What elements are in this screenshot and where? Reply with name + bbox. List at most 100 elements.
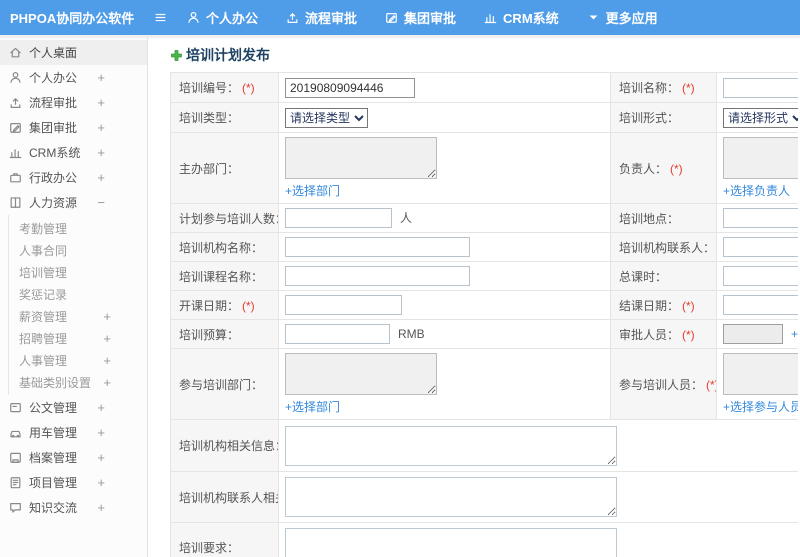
- text-input[interactable]: [723, 237, 798, 257]
- sidebar-item[interactable]: 项目管理 +: [0, 470, 147, 495]
- select-input[interactable]: 请选择类型: [285, 107, 368, 128]
- sidebar-subitem[interactable]: 考勤管理: [9, 217, 147, 239]
- form-field-cell: [278, 290, 611, 320]
- text-input[interactable]: [723, 266, 798, 286]
- text-input[interactable]: [723, 324, 783, 344]
- textarea-input[interactable]: [285, 527, 617, 557]
- text-input[interactable]: [285, 295, 402, 315]
- expand-toggle[interactable]: +: [103, 331, 111, 346]
- sidebar-subitem-label: 考勤管理: [19, 221, 68, 236]
- picker-link[interactable]: +选择部门: [285, 400, 340, 414]
- expand-toggle[interactable]: +: [103, 353, 111, 368]
- picker-box[interactable]: [723, 137, 798, 179]
- picker-box[interactable]: [285, 137, 437, 179]
- expand-toggle[interactable]: −: [97, 195, 105, 210]
- sidebar-item-label: 用车管理: [29, 426, 78, 440]
- expand-toggle[interactable]: +: [97, 170, 105, 185]
- form-label: 审批人员： (*): [610, 319, 717, 349]
- expand-toggle[interactable]: +: [97, 425, 105, 440]
- hamburger-icon[interactable]: [154, 11, 167, 24]
- briefcase-icon: [9, 171, 22, 184]
- sidebar-subitem-label: 薪资管理: [19, 309, 68, 324]
- expand-toggle[interactable]: +: [103, 375, 111, 390]
- expand-toggle[interactable]: +: [97, 120, 105, 135]
- sidebar-subitem[interactable]: 薪资管理 +: [9, 305, 147, 327]
- form-field-cell: [278, 522, 798, 557]
- sidebar-item[interactable]: 用车管理 +: [0, 420, 147, 445]
- topnav-item-label: 个人办公: [206, 11, 259, 26]
- sidebar-item[interactable]: 公文管理 +: [0, 395, 147, 420]
- form-field-cell: [278, 419, 798, 472]
- text-input[interactable]: [285, 77, 415, 98]
- expand-toggle[interactable]: +: [97, 500, 105, 515]
- sidebar-item[interactable]: 个人桌面: [0, 40, 147, 65]
- form-label: 开课日期： (*): [170, 290, 279, 320]
- sidebar-subitem[interactable]: 人事管理 +: [9, 349, 147, 371]
- sidebar-item[interactable]: 行政办公 +: [0, 165, 147, 190]
- sidebar-item[interactable]: 个人办公 +: [0, 65, 147, 90]
- picker-box[interactable]: [285, 353, 437, 395]
- expand-toggle[interactable]: +: [97, 95, 105, 110]
- car-icon: [9, 426, 22, 439]
- form-row: 培训编号：(*)培训名称：(*): [170, 72, 798, 103]
- form-field-cell: 请选择形式: [716, 102, 798, 133]
- text-input[interactable]: [723, 208, 798, 228]
- picker-box[interactable]: [723, 353, 798, 395]
- required-marker: (*): [242, 81, 255, 95]
- form-label-text: 培训名称：: [619, 81, 680, 95]
- edit-icon: [385, 11, 398, 24]
- expand-toggle[interactable]: +: [97, 400, 105, 415]
- field-suffix: RMB: [398, 327, 425, 341]
- text-input[interactable]: [285, 208, 392, 228]
- picker-link-row: +选择参与人员: [723, 398, 798, 415]
- picker-link[interactable]: +选择部门: [285, 184, 340, 198]
- text-input[interactable]: [285, 266, 470, 286]
- sidebar-item[interactable]: 知识交流 +: [0, 495, 147, 520]
- sidebar-subitem[interactable]: 奖惩记录: [9, 283, 147, 305]
- expand-toggle[interactable]: +: [103, 309, 111, 324]
- expand-toggle[interactable]: +: [97, 450, 105, 465]
- picker-link[interactable]: +选择审批人员: [791, 327, 798, 341]
- textarea-input[interactable]: [285, 425, 617, 466]
- expand-toggle[interactable]: +: [97, 145, 105, 160]
- form-label: 总课时：: [610, 261, 717, 291]
- form-field-cell: [278, 261, 611, 291]
- form-field-cell: [716, 203, 798, 233]
- sidebar-item[interactable]: 档案管理 +: [0, 445, 147, 470]
- topnav-item[interactable]: CRM系统: [484, 8, 559, 27]
- expand-toggle[interactable]: +: [97, 475, 105, 490]
- form-label-text: 主办部门：: [179, 161, 240, 176]
- topbar: PHPOA协同办公软件 个人办公 流程审批 集团审批 CRM系统 更多应用: [0, 0, 800, 35]
- sidebar-item[interactable]: CRM系统 +: [0, 140, 147, 165]
- picker-link[interactable]: +选择参与人员: [723, 400, 798, 414]
- form-label-text: 结课日期：: [619, 298, 680, 313]
- picker-link[interactable]: +选择负责人: [723, 184, 790, 198]
- form-row: 培训要求：: [170, 522, 798, 557]
- sidebar-subitem[interactable]: 招聘管理 +: [9, 327, 147, 349]
- sidebar-item[interactable]: 人力资源 −: [0, 190, 147, 215]
- form-field-cell: [716, 232, 798, 262]
- sidebar-subitem[interactable]: 基础类别设置 +: [9, 371, 147, 393]
- text-input[interactable]: [285, 237, 470, 257]
- select-input[interactable]: 请选择形式: [723, 107, 798, 128]
- form-label: 结课日期： (*): [610, 290, 717, 320]
- plus-icon: [170, 49, 183, 62]
- sidebar-subitem[interactable]: 人事合同: [9, 239, 147, 261]
- text-input[interactable]: [285, 324, 390, 344]
- app-brand: PHPOA协同办公软件: [10, 11, 135, 26]
- form-label: 参与培训人员：(*): [610, 348, 717, 420]
- topnav-item[interactable]: 流程审批: [286, 8, 357, 27]
- sidebar-item[interactable]: 流程审批 +: [0, 90, 147, 115]
- topnav-item[interactable]: 集团审批: [385, 8, 456, 27]
- topnav-item[interactable]: 更多应用: [587, 8, 658, 27]
- sidebar-subitem[interactable]: 培训管理: [9, 261, 147, 283]
- sidebar-item[interactable]: 集团审批 +: [0, 115, 147, 140]
- required-marker: (*): [242, 298, 255, 313]
- text-input[interactable]: [723, 77, 798, 98]
- form-label-text: 开课日期：: [179, 298, 240, 313]
- form-label: 负责人： (*): [610, 132, 717, 204]
- text-input[interactable]: [723, 295, 798, 315]
- expand-toggle[interactable]: +: [97, 70, 105, 85]
- topnav-item[interactable]: 个人办公: [187, 8, 258, 27]
- textarea-input[interactable]: [285, 477, 617, 517]
